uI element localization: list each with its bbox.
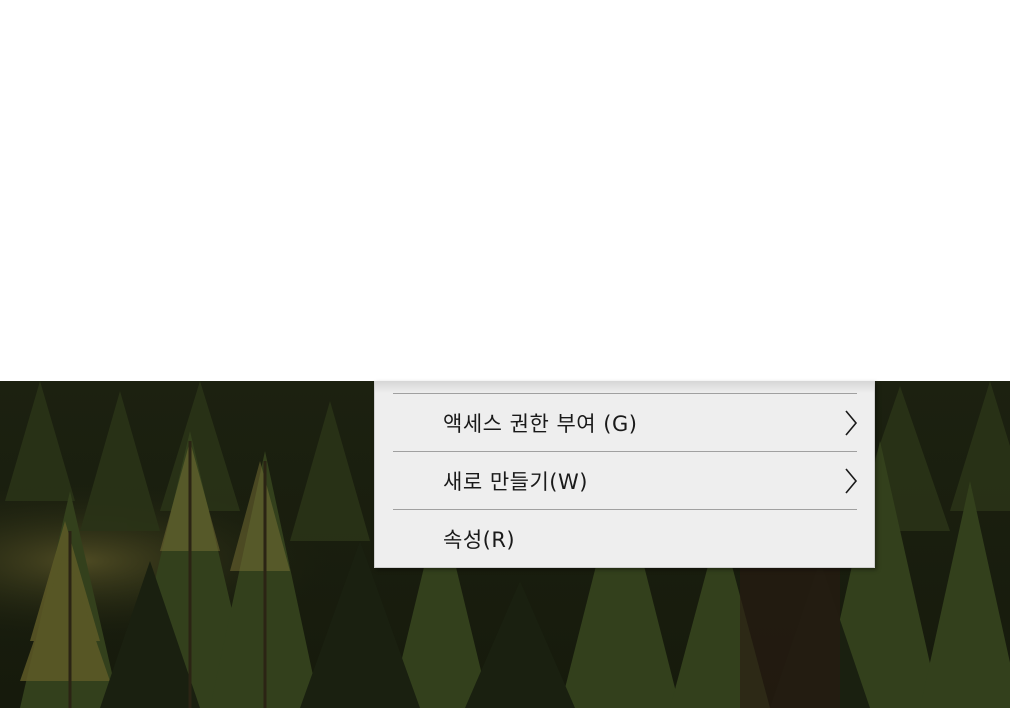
menu-item-label: 액세스 권한 부여 (G) bbox=[443, 411, 638, 436]
blank-top-area bbox=[0, 0, 1010, 381]
menu-item-properties[interactable]: 속성(R) bbox=[375, 510, 874, 567]
menu-item-new[interactable]: 새로 만들기(W) bbox=[375, 452, 874, 509]
context-menu: 액세스 권한 부여 (G) 새로 만들기(W) 속성(R) bbox=[374, 381, 875, 568]
screen: 액세스 권한 부여 (G) 새로 만들기(W) 속성(R) bbox=[0, 0, 1010, 708]
menu-item-label: 속성(R) bbox=[443, 527, 516, 552]
chevron-right-icon bbox=[845, 409, 858, 436]
menu-item-label: 새로 만들기(W) bbox=[443, 469, 588, 494]
menu-top-fade bbox=[375, 381, 874, 393]
menu-item-grant-access[interactable]: 액세스 권한 부여 (G) bbox=[375, 394, 874, 451]
chevron-right-icon bbox=[845, 467, 858, 494]
